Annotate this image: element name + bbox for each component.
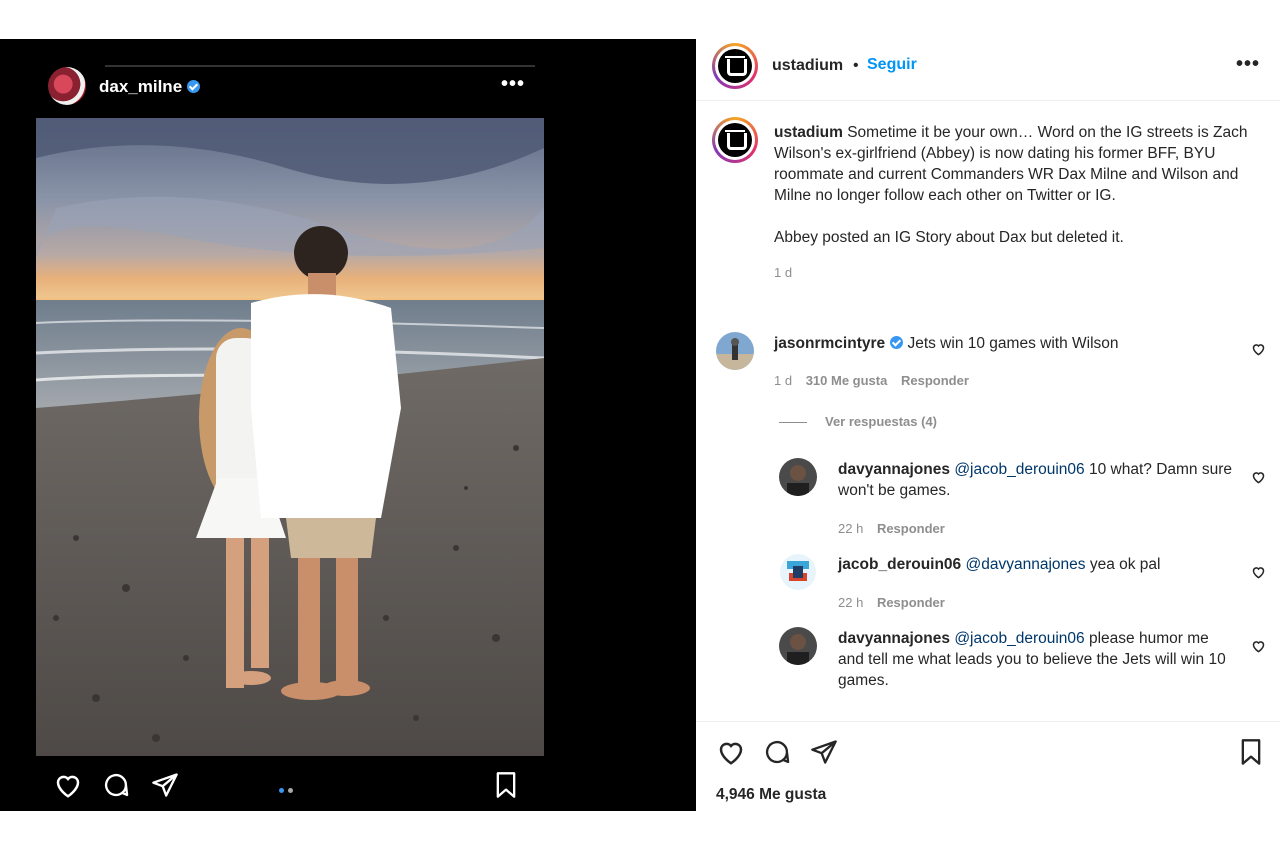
- caption-text-2: Abbey posted an IG Story about Dax but d…: [774, 229, 1124, 246]
- reply-text: yea ok pal: [1089, 556, 1161, 573]
- mention-link[interactable]: @jacob_derouin06: [954, 630, 1084, 647]
- comment-meta: 1 d 310 Me gusta Responder: [774, 373, 979, 388]
- post-photo[interactable]: [36, 118, 544, 756]
- comment-icon[interactable]: [101, 771, 131, 804]
- comment-username[interactable]: jasonrmcintyre: [774, 335, 885, 352]
- view-replies-line: [779, 422, 807, 424]
- post-actions-bar: 4,946 Me gusta: [696, 721, 1280, 811]
- post-detail-panel: ustadium • Seguir ••• ustadium Sometime …: [696, 39, 1280, 811]
- reply-button[interactable]: Responder: [877, 521, 945, 536]
- header-separator: •: [853, 57, 859, 74]
- reply-body: davyannajones @jacob_derouin06 10 what? …: [838, 459, 1233, 501]
- caption-avatar[interactable]: [712, 117, 758, 163]
- ustadium-avatar[interactable]: [712, 43, 758, 89]
- embedded-username-text[interactable]: dax_milne: [99, 77, 182, 96]
- mention-link[interactable]: @davyannajones: [966, 556, 1086, 573]
- avatar[interactable]: [779, 553, 817, 591]
- comment-likes[interactable]: 310 Me gusta: [806, 373, 888, 388]
- reply-meta: 22 h Responder: [838, 595, 955, 610]
- caption-username[interactable]: ustadium: [774, 124, 843, 141]
- verified-badge-icon: [890, 336, 904, 350]
- reply-username[interactable]: davyannajones: [838, 461, 950, 478]
- reply-button[interactable]: Responder: [877, 595, 945, 610]
- embedded-post-panel: dax_milne •••: [0, 39, 696, 811]
- follow-button[interactable]: Seguir: [867, 56, 917, 74]
- embedded-post-header: dax_milne •••: [45, 63, 535, 107]
- view-replies-button[interactable]: Ver respuestas (4): [779, 414, 937, 429]
- beach-couple-photo: [36, 118, 544, 756]
- comment-text: Jets win 10 games with Wilson: [907, 335, 1119, 352]
- bookmark-icon[interactable]: [1239, 738, 1263, 771]
- share-icon[interactable]: [810, 738, 838, 771]
- embedded-username[interactable]: dax_milne: [99, 77, 201, 97]
- mention-link[interactable]: @jacob_derouin06: [954, 461, 1084, 478]
- reply-username[interactable]: davyannajones: [838, 630, 950, 647]
- caption-timestamp[interactable]: 1 d: [774, 262, 1254, 283]
- caption-text: Sometime it be your own… Word on the IG …: [774, 124, 1248, 204]
- more-options-icon[interactable]: •••: [1236, 53, 1260, 76]
- avatar[interactable]: [779, 458, 817, 496]
- heart-icon[interactable]: [716, 738, 746, 771]
- view-replies-label[interactable]: Ver respuestas (4): [825, 414, 937, 429]
- heart-icon[interactable]: [1251, 342, 1266, 361]
- avatar[interactable]: [716, 332, 754, 370]
- carousel-dot[interactable]: [288, 788, 293, 793]
- reply-username[interactable]: jacob_derouin06: [838, 556, 961, 573]
- reply-button[interactable]: Responder: [901, 373, 969, 388]
- comment-body: jasonrmcintyre Jets win 10 games with Wi…: [774, 333, 1224, 354]
- heart-icon[interactable]: [1251, 565, 1266, 584]
- share-icon[interactable]: [151, 771, 179, 804]
- avatar[interactable]: [48, 67, 86, 105]
- reply-timestamp[interactable]: 22 h: [838, 521, 863, 536]
- embedded-post-actions: [45, 765, 525, 805]
- heart-icon[interactable]: [1251, 639, 1266, 658]
- story-progress-bar: [105, 65, 535, 67]
- more-options-icon[interactable]: •••: [501, 73, 525, 96]
- likes-count[interactable]: 4,946 Me gusta: [716, 786, 826, 804]
- heart-icon[interactable]: [1251, 470, 1266, 489]
- verified-badge-icon: [187, 80, 201, 94]
- post-header: ustadium • Seguir •••: [696, 39, 1280, 101]
- reply-body: jacob_derouin06 @davyannajones yea ok pa…: [838, 554, 1233, 575]
- comment-icon[interactable]: [762, 738, 792, 771]
- post-author-username[interactable]: ustadium: [772, 57, 843, 75]
- reply-timestamp[interactable]: 22 h: [838, 595, 863, 610]
- heart-icon[interactable]: [53, 771, 83, 804]
- reply-meta: 22 h Responder: [838, 521, 955, 536]
- bookmark-icon[interactable]: [493, 771, 519, 804]
- carousel-dots: [277, 780, 295, 798]
- carousel-dot-active[interactable]: [279, 788, 284, 793]
- post-caption: ustadium Sometime it be your own… Word o…: [774, 122, 1254, 283]
- reply-body: davyannajones @jacob_derouin06 please hu…: [838, 628, 1233, 691]
- comment-timestamp[interactable]: 1 d: [774, 373, 792, 388]
- avatar[interactable]: [779, 627, 817, 665]
